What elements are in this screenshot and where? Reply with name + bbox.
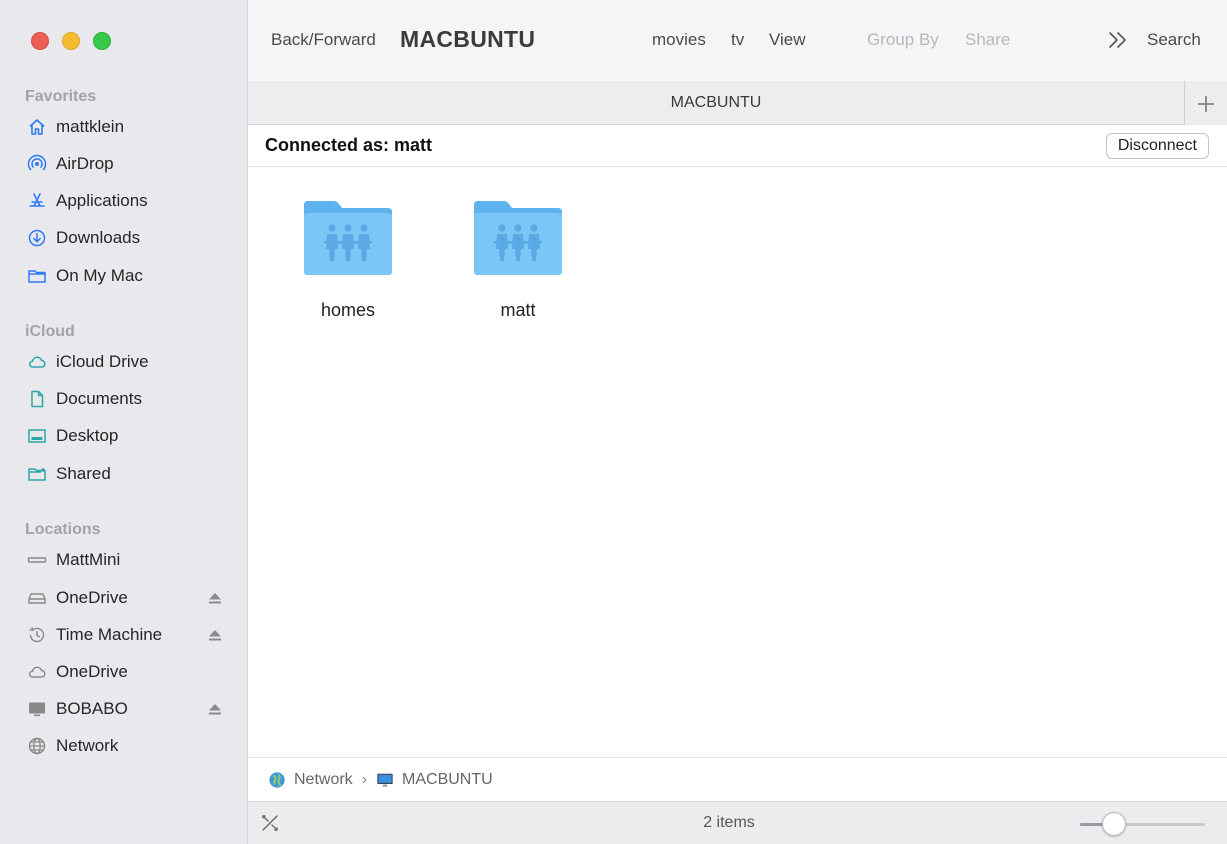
globe-icon xyxy=(269,771,285,788)
chevron-overflow-icon[interactable] xyxy=(1108,31,1128,49)
tab-bar: MACBUNTU xyxy=(248,81,1227,126)
sidebar-item-label: Desktop xyxy=(56,426,119,445)
sidebar-item-onedrive-cloud[interactable]: OneDrive xyxy=(25,657,225,687)
file-browser: homes matt xyxy=(248,167,1227,757)
display-icon xyxy=(25,697,49,721)
sidebar-item-mattklein[interactable]: mattklein xyxy=(25,112,225,142)
sidebar-item-label: OneDrive xyxy=(56,588,128,607)
sidebar-item-airdrop[interactable]: AirDrop xyxy=(25,149,225,179)
display-icon xyxy=(377,773,393,787)
sidebar-item-label: BOBABO xyxy=(56,699,128,718)
new-tab-button[interactable] xyxy=(1184,81,1227,126)
search-button[interactable]: Search xyxy=(1147,30,1201,50)
sidebar-item-on-my-mac[interactable]: On My Mac xyxy=(25,261,225,291)
cloud-icon xyxy=(25,350,49,374)
sidebar-item-label: AirDrop xyxy=(56,154,114,173)
share-button[interactable]: Share xyxy=(965,30,1010,50)
sidebar-item-mattmini[interactable]: MattMini xyxy=(25,545,225,575)
sidebar-item-label: MattMini xyxy=(56,550,121,569)
document-icon xyxy=(25,387,49,411)
folder-icon xyxy=(25,264,49,288)
path-segment-macbuntu[interactable]: MACBUNTU xyxy=(376,771,493,789)
computer-icon xyxy=(25,548,49,572)
status-bar: 2 items xyxy=(248,801,1227,844)
download-icon xyxy=(25,226,49,250)
folder-name: matt xyxy=(500,300,536,320)
sidebar-item-desktop[interactable]: Desktop xyxy=(25,421,225,451)
sidebar-item-label: OneDrive xyxy=(56,662,128,681)
back-forward-button[interactable]: Back/Forward xyxy=(271,30,376,50)
path-separator: › xyxy=(361,770,368,788)
connected-as-label: Connected as: matt xyxy=(265,135,433,155)
disconnect-button[interactable]: Disconnect xyxy=(1105,133,1209,159)
eject-icon[interactable] xyxy=(207,627,223,643)
group-by-button[interactable]: Group By xyxy=(867,30,939,50)
sidebar-item-downloads[interactable]: Downloads xyxy=(25,223,225,253)
item-count: 2 items xyxy=(703,814,755,831)
sidebar-item-label: Network xyxy=(56,736,119,755)
tab-macbuntu[interactable]: MACBUNTU xyxy=(248,94,1184,112)
sidebar-item-applications[interactable]: Applications xyxy=(25,186,225,216)
icon-size-slider[interactable] xyxy=(1080,812,1205,836)
folder-item-matt[interactable]: matt xyxy=(443,197,593,321)
folder-name: homes xyxy=(320,300,376,320)
path-segment-label: MACBUNTU xyxy=(402,770,493,788)
window-title: MACBUNTU xyxy=(400,26,536,52)
minimize-window-button[interactable] xyxy=(62,32,80,50)
home-icon xyxy=(25,115,49,139)
sidebar-item-label: mattklein xyxy=(56,117,125,136)
path-segment-label: Network xyxy=(294,770,353,788)
sidebar-item-label: Documents xyxy=(56,389,142,408)
sidebar-item-time-machine[interactable]: Time Machine xyxy=(25,620,225,650)
toolbar: Back/Forward MACBUNTU movies tv View Gro… xyxy=(248,0,1227,82)
globe-icon xyxy=(25,734,49,758)
sidebar-item-label: Time Machine xyxy=(56,625,163,644)
desktop-icon xyxy=(25,424,49,448)
sidebar-item-label: Applications xyxy=(56,191,148,210)
window-controls xyxy=(31,32,111,50)
shared-folder-icon xyxy=(474,201,562,275)
view-button[interactable]: View xyxy=(769,30,806,50)
sidebar-item-onedrive-drive[interactable]: OneDrive xyxy=(25,583,225,613)
shared-folder-icon xyxy=(304,201,392,275)
movies-button[interactable]: movies xyxy=(652,30,706,50)
folder-item-homes[interactable]: homes xyxy=(273,197,423,321)
eject-icon[interactable] xyxy=(207,590,223,606)
sidebar-section-locations[interactable]: Locations xyxy=(25,521,101,539)
connection-bar: Connected as: matt Disconnect xyxy=(248,125,1227,167)
drive-icon xyxy=(25,586,49,610)
plus-icon xyxy=(1198,95,1214,112)
time-machine-icon xyxy=(25,623,49,647)
slider-knob[interactable] xyxy=(1101,812,1126,836)
sidebar-item-documents[interactable]: Documents xyxy=(25,384,225,414)
zoom-window-button[interactable] xyxy=(93,32,111,50)
sidebar-item-label: iCloud Drive xyxy=(56,352,149,371)
airdrop-icon xyxy=(25,152,49,176)
eject-icon[interactable] xyxy=(207,701,223,717)
shared-folder-icon xyxy=(25,462,49,486)
sidebar-item-label: Shared xyxy=(56,464,111,483)
path-segment-network[interactable]: Network xyxy=(268,771,353,789)
finder-window: Favorites mattklein AirDrop Applications… xyxy=(0,0,1227,844)
sidebar-item-label: Downloads xyxy=(56,228,141,247)
cloud-icon xyxy=(25,660,49,684)
sidebar-section-favorites[interactable]: Favorites xyxy=(25,88,96,106)
sidebar-item-shared[interactable]: Shared xyxy=(25,459,225,489)
sidebar-section-icloud[interactable]: iCloud xyxy=(25,323,75,341)
sidebar: Favorites mattklein AirDrop Applications… xyxy=(0,0,248,844)
tv-button[interactable]: tv xyxy=(731,30,744,50)
sidebar-item-bobabo[interactable]: BOBABO xyxy=(25,694,225,724)
sidebar-item-network[interactable]: Network xyxy=(25,731,225,761)
path-bar: Network › MACBUNTU xyxy=(248,757,1227,801)
applications-icon xyxy=(25,189,49,213)
sidebar-item-label: On My Mac xyxy=(56,266,143,285)
close-window-button[interactable] xyxy=(31,32,49,50)
sidebar-item-icloud-drive[interactable]: iCloud Drive xyxy=(25,347,225,377)
